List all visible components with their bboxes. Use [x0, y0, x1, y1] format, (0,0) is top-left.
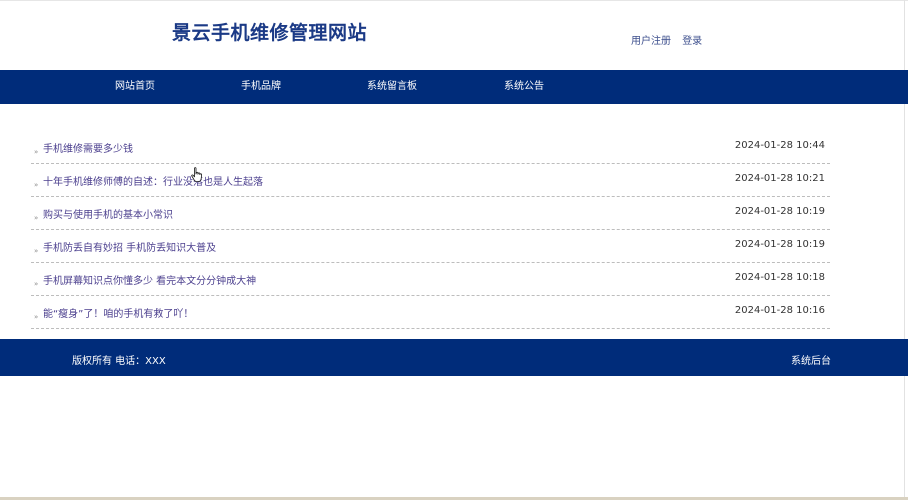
news-title-link[interactable]: 能“瘦身”了！咱的手机有救了吖！	[43, 305, 193, 320]
news-date: 2024-01-28 10:18	[734, 272, 825, 283]
nav-item-brands[interactable]: 手机品牌	[241, 70, 281, 104]
main-navbar: 网站首页 手机品牌 系统留言板 系统公告	[0, 70, 908, 104]
news-date: 2024-01-28 10:16	[734, 305, 825, 316]
bullet-icon: »	[34, 214, 39, 222]
footer: 版权所有 电话：XXX 系统后台	[0, 339, 908, 376]
top-border	[0, 0, 908, 1]
news-row: » 能“瘦身”了！咱的手机有救了吖！ 2024-01-28 10:16	[31, 297, 830, 329]
news-title-link[interactable]: 十年手机维修师傅的自述：行业没落也是人生起落	[43, 173, 263, 188]
news-date: 2024-01-28 10:44	[734, 140, 825, 151]
bullet-icon: »	[34, 148, 39, 156]
news-row: » 手机屏幕知识点你懂多少 看完本文分分钟成大神 2024-01-28 10:1…	[31, 264, 830, 296]
bullet-icon: »	[34, 247, 39, 255]
news-list: » 手机维修需要多少钱 2024-01-28 10:44 » 十年手机维修师傅的…	[31, 132, 830, 330]
user-links: 用户注册 登录	[631, 32, 710, 47]
news-title-link[interactable]: 购买与使用手机的基本小常识	[43, 206, 173, 221]
login-link[interactable]: 登录	[682, 36, 702, 47]
bullet-icon: »	[34, 313, 39, 321]
news-date: 2024-01-28 10:19	[734, 239, 825, 250]
nav-item-message-board[interactable]: 系统留言板	[367, 70, 417, 104]
news-row: » 购买与使用手机的基本小常识 2024-01-28 10:19	[31, 198, 830, 230]
copyright-text: 版权所有 电话：XXX	[72, 356, 166, 367]
nav-item-announcements[interactable]: 系统公告	[504, 70, 544, 104]
news-title-link[interactable]: 手机防丢自有妙招 手机防丢知识大普及	[43, 239, 216, 254]
nav-item-home[interactable]: 网站首页	[115, 70, 155, 104]
hand-cursor-icon	[191, 167, 203, 182]
admin-backend-link[interactable]: 系统后台	[791, 352, 831, 367]
bullet-icon: »	[34, 181, 39, 189]
news-title-link[interactable]: 手机屏幕知识点你懂多少 看完本文分分钟成大神	[43, 272, 256, 287]
news-title-link[interactable]: 手机维修需要多少钱	[43, 140, 133, 155]
site-title: 景云手机维修管理网站	[172, 22, 368, 44]
news-row: » 手机防丢自有妙招 手机防丢知识大普及 2024-01-28 10:19	[31, 231, 830, 263]
news-date: 2024-01-28 10:21	[734, 173, 825, 184]
register-link[interactable]: 用户注册	[631, 36, 671, 47]
news-row: » 手机维修需要多少钱 2024-01-28 10:44	[31, 132, 830, 164]
news-row: » 十年手机维修师傅的自述：行业没落也是人生起落 2024-01-28 10:2…	[31, 165, 830, 197]
news-date: 2024-01-28 10:19	[734, 206, 825, 217]
bullet-icon: »	[34, 280, 39, 288]
